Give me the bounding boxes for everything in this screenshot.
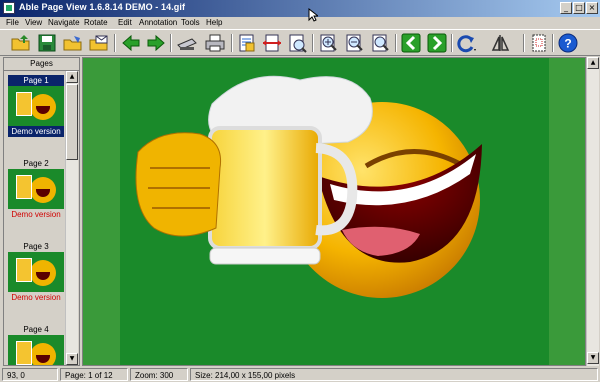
next-icon[interactable]	[145, 33, 167, 53]
thumbnail-image	[8, 335, 64, 365]
thumbnail-image	[8, 86, 64, 126]
zoom-out-icon[interactable]	[343, 33, 365, 53]
scanner-icon[interactable]	[176, 33, 198, 53]
maximize-button[interactable]: □	[573, 2, 585, 14]
demo-version-label: Demo version	[8, 292, 64, 303]
save-icon[interactable]	[36, 33, 58, 53]
zoom-in-icon[interactable]	[317, 33, 339, 53]
menu-edit[interactable]: Edit	[118, 17, 132, 29]
thumbnail-label: Page 3	[23, 242, 49, 251]
toolbar: ?	[0, 29, 600, 56]
thumbnail-label: Page 2	[23, 159, 49, 168]
scrollbar-thumb[interactable]	[66, 84, 78, 160]
page-thumbnail[interactable]: Page 2 Demo version	[8, 158, 64, 220]
thumbnail-image	[8, 169, 64, 209]
status-bar: 93, 0 Page: 1 of 12 Zoom: 300 Size: 214,…	[0, 367, 600, 382]
viewer-vertical-scrollbar[interactable]: ▲ ▼	[586, 57, 599, 366]
rotate-icon[interactable]	[455, 33, 477, 53]
svg-text:?: ?	[564, 37, 571, 51]
status-coordinates: 93, 0	[2, 368, 58, 381]
thumbnail-image	[8, 252, 64, 292]
beer-smiley-image	[135, 75, 482, 298]
actual-size-icon[interactable]	[286, 33, 308, 53]
previous-icon[interactable]	[120, 33, 142, 53]
open-folder-icon[interactable]	[10, 33, 32, 53]
toolbar-separator	[231, 34, 233, 52]
pages-panel: Pages Page 1 Demo version Page 2 Demo ve…	[3, 57, 80, 366]
menu-help[interactable]: Help	[206, 17, 222, 29]
close-button[interactable]: ×	[586, 2, 598, 14]
menu-bar: File View Navigate Rotate Edit Annotatio…	[0, 17, 600, 29]
demo-version-label: Demo version	[8, 209, 64, 220]
scroll-down-icon[interactable]: ▼	[587, 352, 599, 364]
menu-navigate[interactable]: Navigate	[48, 17, 80, 29]
fit-page-icon[interactable]	[236, 33, 258, 53]
email-icon[interactable]	[88, 33, 110, 53]
toolbar-separator	[451, 34, 453, 52]
toolbar-separator	[552, 34, 554, 52]
pages-header: Pages	[4, 58, 79, 71]
displayed-image	[120, 58, 549, 365]
fit-width-icon[interactable]	[261, 33, 283, 53]
thumbnail-label: Page 4	[23, 325, 49, 334]
toolbar-separator	[312, 34, 314, 52]
image-viewer[interactable]	[82, 57, 586, 366]
thumbnail-label: Page 1	[8, 75, 64, 86]
toolbar-separator	[170, 34, 172, 52]
scroll-up-icon[interactable]: ▲	[587, 57, 599, 69]
menu-annotation[interactable]: Annotation	[139, 17, 177, 29]
page-back-icon[interactable]	[400, 33, 422, 53]
title-bar: Able Page View 1.6.8.14 DEMO - 14.gif _ …	[0, 0, 600, 17]
flip-icon[interactable]	[490, 33, 512, 53]
minimize-button[interactable]: _	[560, 2, 572, 14]
open-folder-2-icon[interactable]	[62, 33, 84, 53]
menu-file[interactable]: File	[6, 17, 19, 29]
page-forward-icon[interactable]	[426, 33, 448, 53]
demo-version-label: Demo version	[8, 126, 64, 137]
toolbar-separator	[523, 34, 525, 52]
select-area-icon[interactable]	[528, 33, 550, 53]
pages-scrollbar[interactable]: ▲ ▼	[65, 71, 78, 365]
menu-tools[interactable]: Tools	[181, 17, 200, 29]
print-icon[interactable]	[204, 33, 226, 53]
app-icon	[3, 2, 15, 14]
page-thumbnail[interactable]: Page 4	[8, 324, 64, 365]
window-title: Able Page View 1.6.8.14 DEMO - 14.gif	[19, 2, 186, 12]
menu-rotate[interactable]: Rotate	[84, 17, 108, 29]
toolbar-separator	[114, 34, 116, 52]
zoom-area-icon[interactable]	[369, 33, 391, 53]
status-page: Page: 1 of 12	[60, 368, 128, 381]
scroll-up-icon[interactable]: ▲	[66, 71, 78, 83]
toolbar-separator	[395, 34, 397, 52]
status-zoom: Zoom: 300	[130, 368, 188, 381]
scroll-down-icon[interactable]: ▼	[66, 353, 78, 365]
page-thumbnail[interactable]: Page 3 Demo version	[8, 241, 64, 303]
status-size: Size: 214,00 x 155,00 pixels	[190, 368, 598, 381]
help-icon[interactable]: ?	[557, 33, 579, 53]
page-thumbnail[interactable]: Page 1 Demo version	[8, 75, 64, 137]
menu-view[interactable]: View	[25, 17, 42, 29]
